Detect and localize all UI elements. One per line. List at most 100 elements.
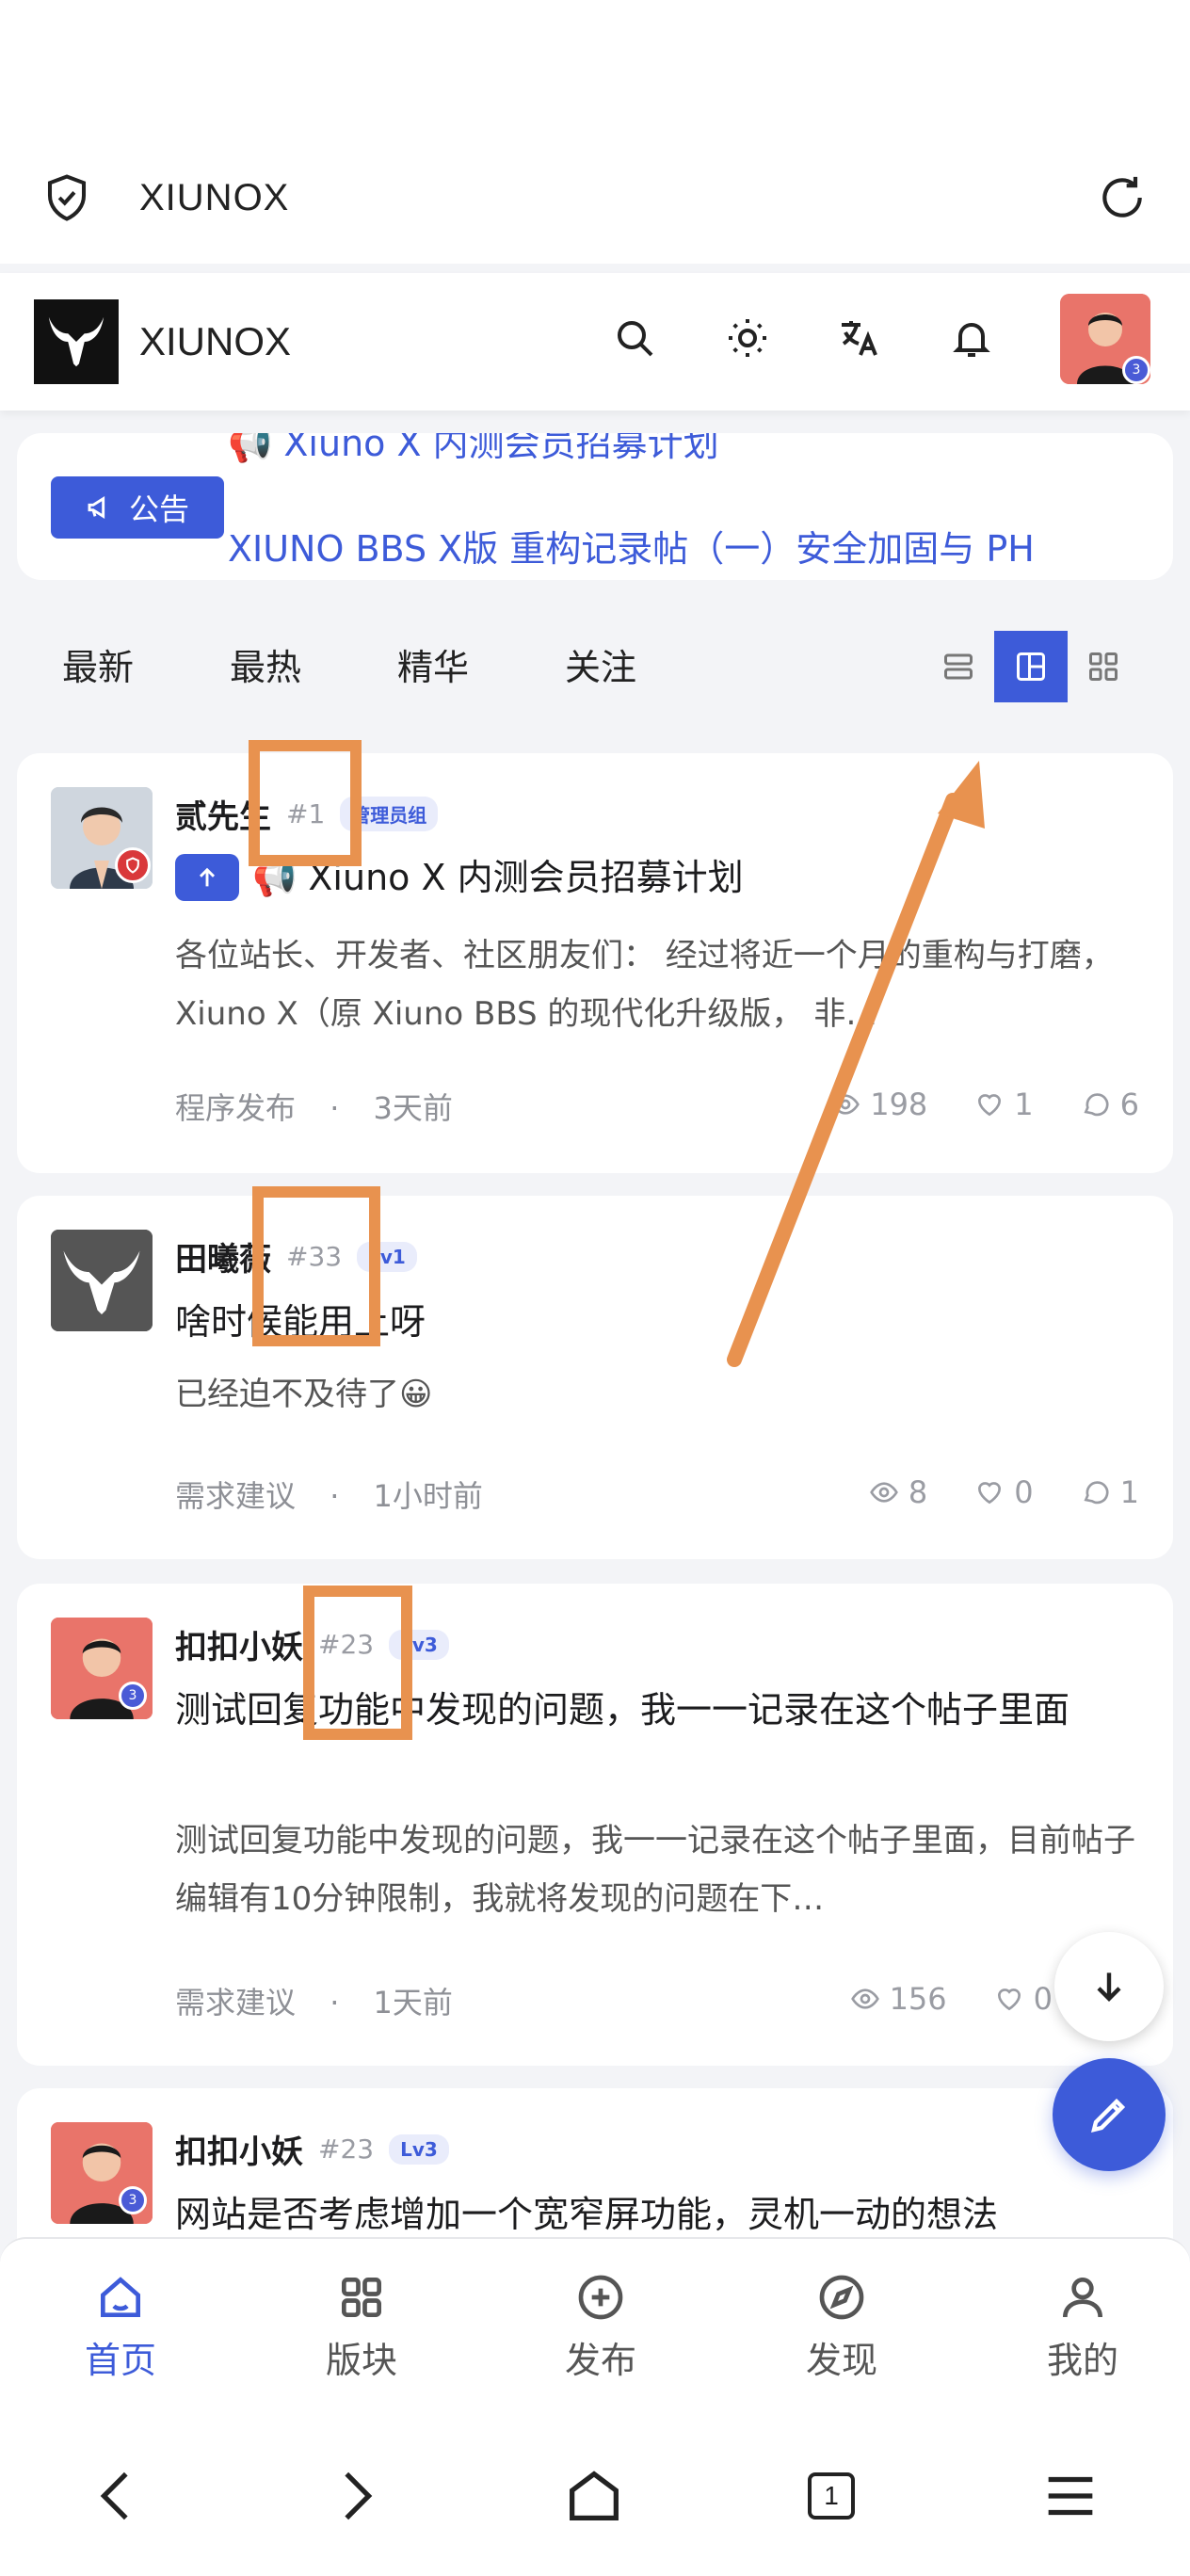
post-meta: 程序发布 · 3天前 xyxy=(175,1090,453,1126)
shield-icon xyxy=(126,857,139,874)
menu-icon[interactable] xyxy=(1037,2463,1103,2529)
post-excerpt[interactable]: 各位站长、开发者、社区朋友们： 经过将近一个月的重构与打磨，Xiuno X（原 … xyxy=(175,926,1135,1043)
likes-stat[interactable]: 1 xyxy=(974,1087,1034,1122)
post-card[interactable]: 3 扣扣小妖 #23 Lv3 测试回复功能中发现的问题，我一一记录在这个帖子里面… xyxy=(17,1584,1173,2066)
card-view-button[interactable] xyxy=(994,631,1068,702)
comment-icon xyxy=(1084,1481,1109,1505)
nav-label: 发现 xyxy=(805,2340,877,2381)
announcement-panel[interactable]: 📢 Xiuno X 内测会员招募计划 XIUNO BBS X版 重构记录帖（一）… xyxy=(17,433,1173,580)
heart-icon xyxy=(978,1482,1002,1505)
heart-icon xyxy=(978,1094,1002,1117)
compass-icon xyxy=(819,2275,864,2320)
author-avatar[interactable] xyxy=(51,1230,153,1331)
arrow-down-icon xyxy=(1097,1972,1121,2002)
nav-home[interactable]: 首页 xyxy=(45,2271,196,2383)
bottom-navigation: 首页 版块 发布 发现 我的 xyxy=(0,2237,1190,2416)
search-icon[interactable] xyxy=(612,315,657,361)
user-icon xyxy=(1063,2278,1102,2318)
forward-icon[interactable] xyxy=(322,2463,388,2529)
post-time: 3天前 xyxy=(373,1090,453,1126)
pinned-badge xyxy=(175,854,239,901)
translate-icon[interactable] xyxy=(836,315,881,361)
theme-sun-icon[interactable] xyxy=(725,315,770,361)
tab-hot[interactable]: 最热 xyxy=(230,638,301,690)
announcement-line[interactable]: 📢 Xiuno X 内测会员招募计划 xyxy=(228,433,719,466)
nav-publish[interactable]: 发布 xyxy=(525,2271,676,2383)
user-id: #23 xyxy=(318,2133,375,2165)
level-badge: Lv3 xyxy=(389,2133,449,2165)
likes-stat[interactable]: 0 xyxy=(974,1474,1034,1510)
likes-stat[interactable]: 0 xyxy=(994,1981,1053,2017)
site-logo[interactable] xyxy=(34,299,119,384)
views-stat: 156 xyxy=(850,1981,947,2017)
tabs-button[interactable]: 1 xyxy=(798,2463,864,2529)
grid-view-icon xyxy=(1089,652,1118,681)
likes-count: 0 xyxy=(1033,1981,1053,2017)
bull-logo-icon xyxy=(51,1230,153,1331)
arrow-up-icon xyxy=(199,867,216,887)
back-icon[interactable] xyxy=(85,2463,151,2529)
avatar-level-badge: 3 xyxy=(119,2186,147,2214)
author-name[interactable]: 扣扣小妖 xyxy=(175,2126,303,2172)
shield-check-icon[interactable] xyxy=(41,172,92,223)
list-view-button[interactable] xyxy=(923,631,994,702)
annotation-highlight-box xyxy=(303,1586,412,1740)
announcement-tag-label: 公告 xyxy=(128,491,189,527)
bell-icon[interactable] xyxy=(949,315,994,361)
nav-profile[interactable]: 我的 xyxy=(1007,2271,1158,2383)
post-excerpt[interactable]: 已经迫不及待了😀 xyxy=(175,1365,1135,1424)
grid-icon xyxy=(342,2278,381,2317)
site-header: XIUNOX xyxy=(0,273,1190,411)
comment-icon xyxy=(1084,1093,1109,1117)
heart-icon xyxy=(997,1988,1021,2011)
post-category[interactable]: 需求建议 xyxy=(175,1985,296,2021)
home-icon[interactable] xyxy=(561,2463,627,2529)
post-time: 1天前 xyxy=(373,1985,453,2021)
grid-view-button[interactable] xyxy=(1068,631,1139,702)
post-category[interactable]: 需求建议 xyxy=(175,1478,296,1514)
scroll-down-button[interactable] xyxy=(1054,1932,1164,2041)
status-bar xyxy=(0,0,1190,132)
tab-count: 1 xyxy=(808,2472,855,2520)
avatar-level-badge: 3 xyxy=(1122,356,1150,384)
site-name[interactable]: XIUNOX xyxy=(139,319,291,364)
eye-icon xyxy=(831,1094,860,1115)
home-icon xyxy=(101,2277,140,2317)
post-meta: 需求建议 · 1小时前 xyxy=(175,1478,483,1514)
likes-count: 1 xyxy=(1014,1087,1034,1122)
view-mode-toggle xyxy=(923,631,1139,702)
views-stat: 8 xyxy=(869,1474,927,1510)
post-card[interactable]: 田曦薇 #33 Lv1 啥时候能用上呀 已经迫不及待了😀 需求建议 · 1小时前… xyxy=(17,1196,1173,1559)
admin-shield-badge xyxy=(115,847,151,883)
comments-count: 1 xyxy=(1119,1474,1139,1510)
nav-boards[interactable]: 版块 xyxy=(286,2271,437,2383)
reload-icon[interactable] xyxy=(1096,171,1149,224)
url-text[interactable]: XIUNOX xyxy=(139,177,289,219)
views-count: 8 xyxy=(908,1474,928,1510)
tab-featured[interactable]: 精华 xyxy=(397,638,469,690)
post-excerpt[interactable]: 测试回复功能中发现的问题，我一一记录在这个帖子里面，目前帖子编辑有10分钟限制，… xyxy=(175,1811,1135,1928)
author-name[interactable]: 扣扣小妖 xyxy=(175,1621,303,1667)
post-category[interactable]: 程序发布 xyxy=(175,1090,296,1126)
post-title[interactable]: 网站是否考虑增加一个宽窄屏功能，灵机一动的想法 xyxy=(175,2186,1145,2243)
views-stat: 198 xyxy=(830,1087,927,1122)
comments-stat[interactable]: 6 xyxy=(1081,1087,1139,1122)
post-stats: 198 1 6 xyxy=(830,1087,1139,1122)
tab-latest[interactable]: 最新 xyxy=(62,638,134,690)
post-time: 1小时前 xyxy=(373,1478,483,1514)
announcement-line[interactable]: XIUNO BBS X版 重构记录帖（一）安全加固与 PH xyxy=(228,520,1035,572)
tab-following[interactable]: 关注 xyxy=(565,638,636,690)
post-meta: 需求建议 · 1天前 xyxy=(175,1985,453,2021)
nav-label: 发布 xyxy=(564,2340,636,2381)
plus-circle-icon xyxy=(578,2275,623,2320)
comments-stat[interactable]: 1 xyxy=(1081,1474,1139,1510)
likes-count: 0 xyxy=(1014,1474,1034,1510)
comments-count: 6 xyxy=(1119,1087,1139,1122)
card-view-icon xyxy=(1017,652,1045,681)
views-count: 198 xyxy=(870,1087,928,1122)
post-card[interactable]: 贰先生 #1 管理员组 📢 Xiuno X 内测会员招募计划 各位站长、开发者、… xyxy=(17,753,1173,1173)
pencil-icon xyxy=(1090,2098,1126,2133)
compose-post-button[interactable] xyxy=(1053,2058,1166,2171)
annotation-highlight-box xyxy=(249,740,362,866)
nav-discover[interactable]: 发现 xyxy=(766,2271,917,2383)
